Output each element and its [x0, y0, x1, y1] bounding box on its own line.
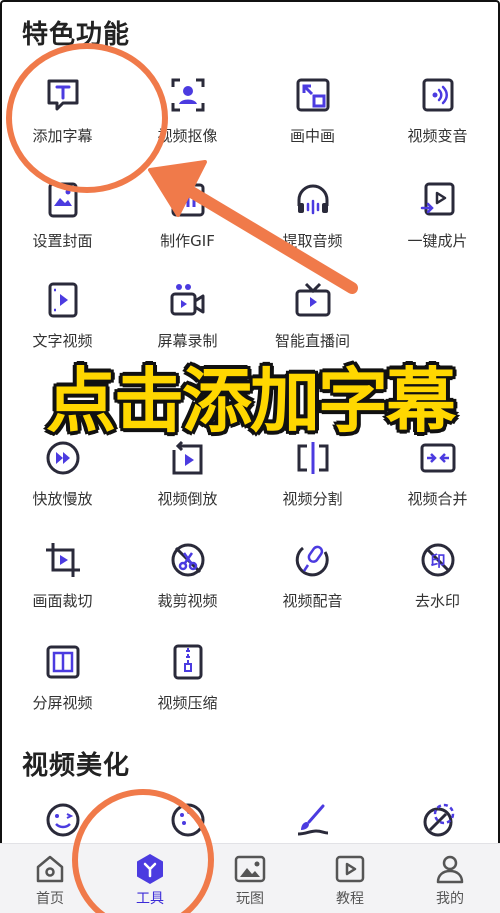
- section-title-features: 特色功能: [22, 20, 131, 50]
- tab-tutorial[interactable]: 教程: [300, 844, 400, 913]
- voice-change-icon: [422, 78, 453, 112]
- section-title-beautify: 视频美化: [22, 751, 131, 781]
- crop-icon: [45, 543, 80, 577]
- tool-merge[interactable]: 视频合并: [375, 438, 500, 509]
- tool-picture-in-picture[interactable]: 画中画: [250, 75, 375, 146]
- tool-split-screen[interactable]: 分屏视频: [0, 642, 125, 713]
- stamp-icon: 印: [421, 543, 454, 577]
- cover-image-icon: [48, 182, 77, 218]
- tools-icon: [137, 854, 163, 884]
- image-icon: [234, 855, 266, 883]
- smiley-icon: [46, 803, 79, 837]
- live-tv-icon: [295, 282, 330, 317]
- tab-label: 工具: [136, 891, 164, 907]
- tool-label: 设置封面: [32, 232, 93, 250]
- tool-trim-video[interactable]: 裁剪视频: [125, 540, 250, 611]
- portrait-cutout-icon: [171, 78, 204, 112]
- tool-reverse[interactable]: 视频倒放: [125, 438, 250, 509]
- bottom-tab-bar: 首页 工具 玩图 教程 我的: [0, 843, 500, 913]
- text-box-icon: [47, 79, 78, 111]
- tool-label: 画中画: [289, 127, 335, 145]
- tool-label: 视频倒放: [157, 490, 218, 508]
- tool-label: 画面裁切: [32, 592, 93, 610]
- tool-extract-audio[interactable]: 提取音频: [250, 180, 375, 251]
- tool-remove-watermark[interactable]: 印 去水印: [375, 540, 500, 611]
- tool-add-subtitles[interactable]: 添加字幕: [0, 75, 125, 146]
- tab-home[interactable]: 首页: [0, 844, 100, 913]
- beautify-item-effects[interactable]: [375, 800, 500, 843]
- compress-icon: [173, 644, 202, 680]
- brush-icon: [297, 804, 328, 836]
- tab-label: 教程: [336, 891, 364, 907]
- tab-label: 我的: [436, 891, 464, 907]
- home-icon: [36, 855, 64, 883]
- tool-label: 视频压缩: [157, 694, 218, 712]
- tool-dubbing[interactable]: 视频配音: [250, 540, 375, 611]
- tool-label: 视频分割: [282, 490, 343, 508]
- tab-play-image[interactable]: 玩图: [200, 844, 300, 913]
- effects-icon: [423, 803, 454, 837]
- auto-video-icon: [420, 182, 454, 216]
- tool-label: 快放慢放: [32, 490, 93, 508]
- tool-make-gif[interactable]: 制作GIF: [125, 180, 250, 251]
- tool-label: 提取音频: [282, 232, 343, 250]
- tool-portrait-cutout[interactable]: 视频抠像: [125, 75, 250, 146]
- palette-icon: [171, 803, 204, 837]
- tool-label: 去水印: [414, 592, 460, 610]
- text-video-icon: [48, 282, 77, 318]
- picture-in-picture-icon: [296, 78, 329, 112]
- tutorial-icon: [335, 855, 365, 883]
- tool-screen-record[interactable]: 屏幕录制: [125, 280, 250, 351]
- tool-label: 视频抠像: [157, 127, 218, 145]
- split-screen-icon: [46, 645, 79, 679]
- tool-voice-change[interactable]: 视频变音: [375, 75, 500, 146]
- beautify-item-sticker[interactable]: [0, 800, 125, 843]
- beautify-item-brush[interactable]: [250, 800, 375, 843]
- tool-text-video[interactable]: 文字视频: [0, 280, 125, 351]
- tool-label: 裁剪视频: [157, 592, 218, 610]
- beautify-item-palette[interactable]: [125, 800, 250, 843]
- tool-smart-live-room[interactable]: 智能直播间: [250, 280, 375, 351]
- scissors-icon: [171, 543, 204, 577]
- tab-tools[interactable]: 工具: [100, 844, 200, 913]
- tool-label: 视频合并: [407, 490, 468, 508]
- tool-one-click-video[interactable]: 一键成片: [375, 180, 500, 251]
- tool-label: 制作GIF: [160, 232, 215, 250]
- tab-label: 首页: [36, 891, 64, 907]
- tool-crop[interactable]: 画面裁切: [0, 540, 125, 611]
- svg-text:印: 印: [430, 552, 445, 570]
- tool-label: 分屏视频: [32, 694, 93, 712]
- screen-record-icon: [170, 284, 204, 316]
- gif-icon: [171, 183, 204, 217]
- tool-label: 添加字幕: [32, 127, 93, 145]
- tutorial-banner: 点击添加字幕: [10, 345, 490, 445]
- tool-compress[interactable]: 视频压缩: [125, 642, 250, 713]
- headphones-icon: [297, 184, 328, 215]
- tool-label: 视频配音: [282, 592, 343, 610]
- tool-label: 一键成片: [407, 232, 468, 250]
- banner-text: 点击添加字幕: [46, 359, 456, 442]
- tool-label: 视频变音: [407, 127, 468, 145]
- tool-speed[interactable]: 快放慢放: [0, 438, 125, 509]
- microphone-icon: [295, 545, 329, 577]
- tab-label: 玩图: [236, 891, 264, 907]
- tool-set-cover[interactable]: 设置封面: [0, 180, 125, 251]
- tool-split[interactable]: 视频分割: [250, 438, 375, 509]
- tab-profile[interactable]: 我的: [400, 844, 500, 913]
- profile-icon: [436, 855, 464, 884]
